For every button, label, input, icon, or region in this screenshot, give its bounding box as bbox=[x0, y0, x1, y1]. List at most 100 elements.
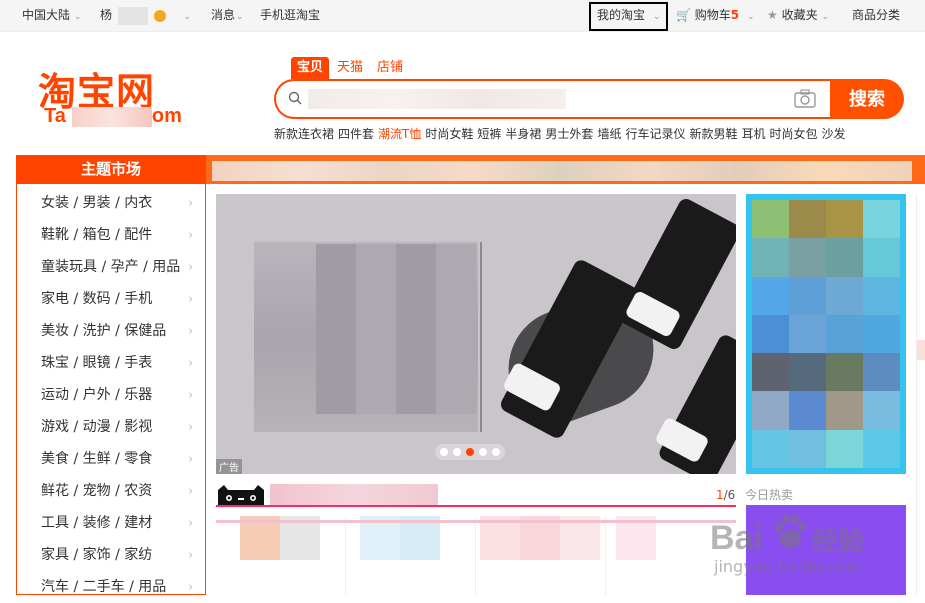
sidebar-item-label: 女装 / 男装 / 内衣 bbox=[41, 195, 153, 211]
chevron-down-icon: ⌄ bbox=[821, 12, 830, 22]
user-account[interactable]: 杨 ⌄ bbox=[100, 0, 191, 32]
hotword-link[interactable]: 时尚女包 bbox=[770, 127, 818, 141]
hotword-link[interactable]: 新款连衣裙 bbox=[274, 127, 334, 141]
logo-blurred-region bbox=[72, 107, 152, 127]
carousel-dot[interactable] bbox=[479, 448, 487, 456]
search-input[interactable] bbox=[308, 89, 566, 109]
chevron-right-icon: › bbox=[188, 484, 193, 498]
sidebar-item-label: 美妆 / 洗护 / 保健品 bbox=[41, 323, 167, 339]
carousel-dot[interactable] bbox=[453, 448, 461, 456]
sidebar-item[interactable]: 游戏 / 动漫 / 影视 › bbox=[17, 411, 205, 443]
tab-products[interactable]: 宝贝 bbox=[291, 57, 330, 79]
product-card[interactable] bbox=[476, 516, 606, 596]
hotword-link[interactable]: 四件套 bbox=[338, 127, 374, 141]
sidebar-item[interactable]: 家电 / 数码 / 手机 › bbox=[17, 283, 205, 315]
hotword-link[interactable]: 短裤 bbox=[477, 127, 501, 141]
chevron-right-icon: › bbox=[188, 356, 193, 370]
sidebar-item[interactable]: 家具 / 家饰 / 家纺 › bbox=[17, 539, 205, 571]
carousel-dots bbox=[435, 444, 505, 460]
sidebar-item-label: 游戏 / 动漫 / 影视 bbox=[41, 419, 153, 435]
hotword-link[interactable]: 时尚女鞋 bbox=[425, 127, 473, 141]
product-card[interactable] bbox=[346, 516, 476, 596]
sidebar-item[interactable]: 鞋靴 / 箱包 / 配件 › bbox=[17, 219, 205, 251]
chevron-down-icon: ⌄ bbox=[183, 12, 192, 22]
hotword-link[interactable]: 沙发 bbox=[822, 127, 846, 141]
search-button[interactable]: 搜索 bbox=[830, 79, 904, 119]
chevron-right-icon: › bbox=[188, 260, 193, 274]
hotword-link[interactable]: 半身裙 bbox=[505, 127, 541, 141]
hotword-link[interactable]: 新款男鞋 bbox=[689, 127, 737, 141]
chevron-right-icon: › bbox=[188, 196, 193, 210]
username: 杨 bbox=[100, 8, 113, 22]
favorites-menu[interactable]: ★ 收藏夹 ⌄ bbox=[767, 0, 829, 32]
hotword-link[interactable]: 男士外套 bbox=[545, 127, 593, 141]
username-blurred bbox=[117, 6, 148, 25]
product-categories-link[interactable]: 商品分类 bbox=[852, 0, 900, 32]
sidebar-item[interactable]: 珠宝 / 眼镜 / 手表 › bbox=[17, 347, 205, 379]
tab-shops[interactable]: 店铺 bbox=[371, 57, 409, 79]
region-label: 中国大陆 bbox=[22, 8, 71, 22]
chevron-down-icon: ⌄ bbox=[236, 12, 244, 22]
cart-count: 5 bbox=[730, 8, 740, 22]
right-edge-panel bbox=[916, 194, 925, 594]
carousel-dot-active[interactable] bbox=[466, 448, 474, 456]
theme-market-sidebar: 主题市场 女装 / 男装 / 内衣 › 鞋靴 / 箱包 / 配件 › 童装玩具 / … bbox=[16, 155, 206, 595]
chevron-right-icon: › bbox=[188, 452, 193, 466]
chevron-right-icon: › bbox=[188, 228, 193, 242]
chevron-right-icon: › bbox=[188, 548, 193, 562]
sidebar-item[interactable]: 女装 / 男装 / 内衣 › bbox=[17, 187, 205, 219]
product-card[interactable] bbox=[216, 516, 346, 596]
tmall-cat-logo-icon[interactable] bbox=[216, 484, 266, 506]
banner-carousel[interactable]: 广告 bbox=[216, 194, 736, 474]
banner-blurred-pixels bbox=[316, 244, 476, 414]
sidebar-item[interactable]: 工具 / 装修 / 建材 › bbox=[17, 507, 205, 539]
chevron-down-icon: ⌄ bbox=[746, 12, 755, 22]
sidebar-item[interactable]: 美食 / 生鲜 / 零食 › bbox=[17, 443, 205, 475]
sidebar-item[interactable]: 童装玩具 / 孕产 / 用品 › bbox=[17, 251, 205, 283]
chevron-down-icon: ⌄ bbox=[74, 12, 82, 22]
star-icon: ★ bbox=[767, 8, 778, 22]
logo-sub-left: Ta bbox=[44, 105, 66, 127]
hotword-link[interactable]: 耳机 bbox=[741, 127, 765, 141]
hot-search-words: 新款连衣裙 四件套 潮流T恤 时尚女鞋 短裤 半身裙 男士外套 墙纸 行车记录仪 新款男鞋 耳机 时尚… bbox=[274, 125, 850, 142]
banner-divider bbox=[480, 242, 482, 432]
sidebar-title: 主题市场 bbox=[17, 155, 205, 184]
region-selector[interactable]: 中国大陆 ⌄ bbox=[22, 0, 82, 32]
chevron-right-icon: › bbox=[188, 324, 193, 338]
channel-nav-blurred[interactable] bbox=[212, 161, 912, 181]
pager-current: 1 bbox=[716, 488, 724, 502]
mobile-taobao-link[interactable]: 手机逛淘宝 bbox=[260, 0, 320, 32]
hotword-link[interactable]: 行车记录仪 bbox=[625, 127, 685, 141]
sidebar-item-label: 运动 / 户外 / 乐器 bbox=[41, 387, 153, 403]
promo-panel[interactable] bbox=[746, 194, 906, 474]
cart-link[interactable]: 🛒 购物车5 ⌄ bbox=[676, 0, 755, 32]
product-row bbox=[216, 516, 736, 596]
watermark-brand: Bai bbox=[710, 519, 763, 557]
messages-menu[interactable]: 消息⌄ bbox=[211, 0, 244, 32]
search-box bbox=[274, 79, 830, 119]
hotword-link[interactable]: 潮流T恤 bbox=[378, 127, 421, 141]
carousel-dot[interactable] bbox=[440, 448, 448, 456]
logo-sub-right: om bbox=[151, 105, 182, 127]
ad-label: 广告 bbox=[216, 459, 242, 474]
camera-icon[interactable] bbox=[794, 89, 816, 109]
strip-pager: 1/6 bbox=[716, 488, 735, 502]
tab-tmall[interactable]: 天猫 bbox=[331, 57, 369, 79]
hotword-link[interactable]: 墙纸 bbox=[597, 127, 621, 141]
watermark-url: jingyan.baidu.com bbox=[714, 557, 862, 576]
sidebar-item-label: 鞋靴 / 箱包 / 配件 bbox=[41, 227, 153, 243]
sidebar-item-label: 童装玩具 / 孕产 / 用品 bbox=[41, 259, 181, 275]
carousel-dot[interactable] bbox=[492, 448, 500, 456]
chevron-right-icon: › bbox=[188, 580, 193, 594]
favorites-label: 收藏夹 bbox=[781, 8, 818, 22]
sidebar-item[interactable]: 运动 / 户外 / 乐器 › bbox=[17, 379, 205, 411]
sidebar-item-label: 珠宝 / 眼镜 / 手表 bbox=[41, 355, 153, 371]
site-nav-bar: 中国大陆 ⌄ 杨 ⌄ 消息⌄ 手机逛淘宝 我的淘宝 ⌄ 🛒 购物车5 ⌄ ★ 收藏夹… bbox=[0, 0, 925, 32]
chevron-right-icon: › bbox=[188, 420, 193, 434]
annotation-highlight-box bbox=[589, 2, 668, 31]
sidebar-item[interactable]: 鲜花 / 宠物 / 农资 › bbox=[17, 475, 205, 507]
sidebar-item[interactable]: 美妆 / 洗护 / 保健品 › bbox=[17, 315, 205, 347]
chevron-right-icon: › bbox=[188, 292, 193, 306]
sidebar-item[interactable]: 汽车 / 二手车 / 用品 › bbox=[17, 571, 205, 603]
product-row-topline bbox=[216, 520, 736, 523]
